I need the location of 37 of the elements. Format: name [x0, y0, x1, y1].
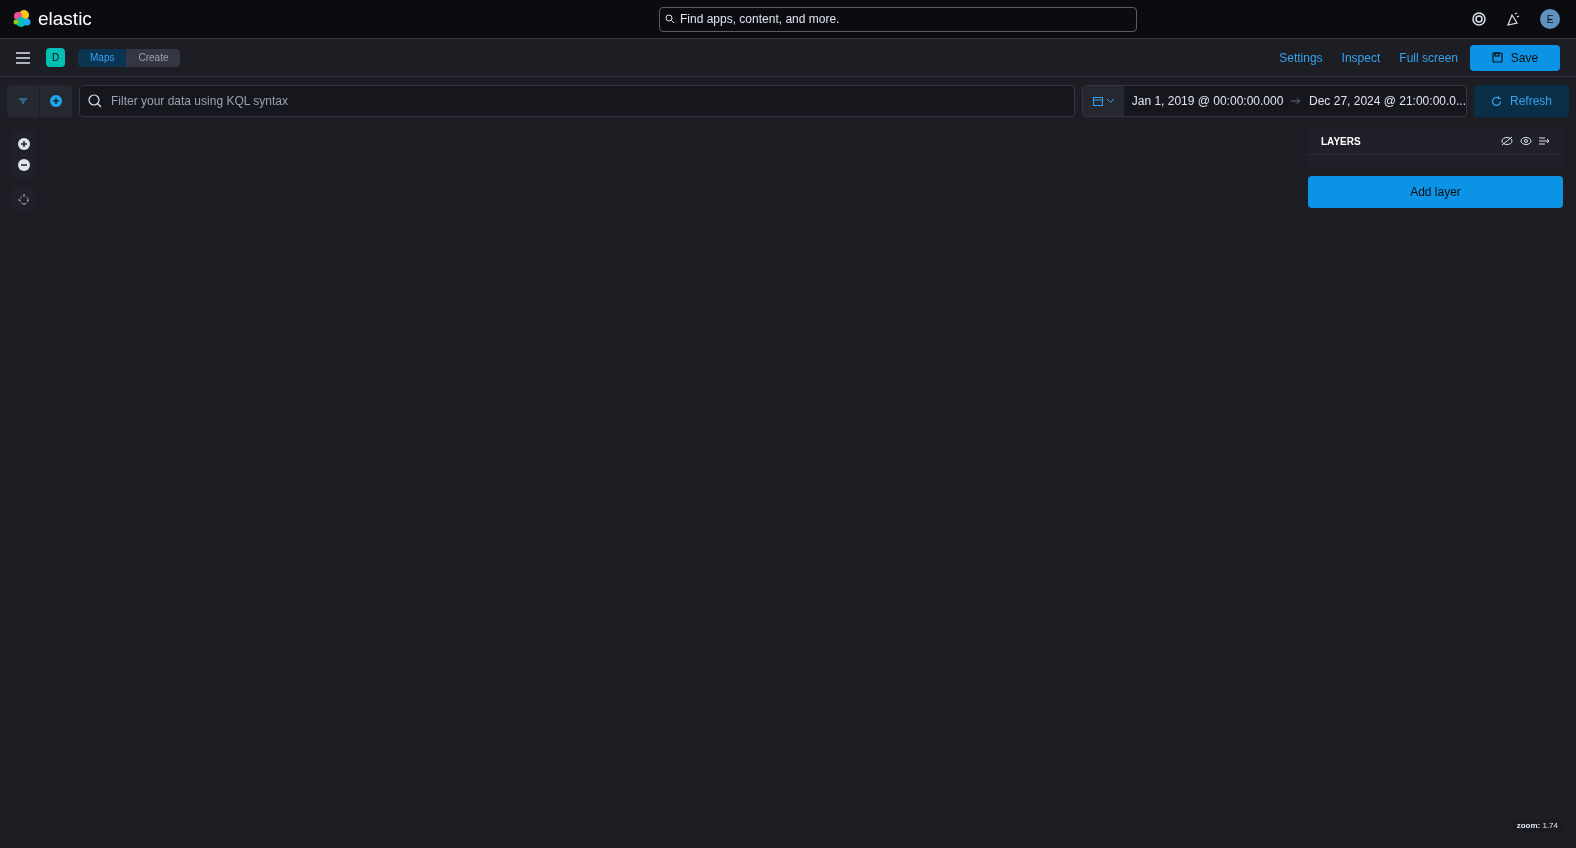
user-avatar[interactable]: E — [1540, 9, 1560, 29]
collapse-icon[interactable] — [1539, 137, 1550, 145]
filter-icon[interactable] — [19, 98, 27, 104]
header-link[interactable]: Settings — [1279, 48, 1323, 67]
date-picker[interactable]: Jan 1, 2019 @ 00:00:00.000 Dec 27, 2024 @ 21:00:00.0... — [1082, 85, 1467, 117]
query-field[interactable]: Filter your data using KQL syntax — [79, 85, 1075, 117]
breadcrumb[interactable]: Create — [126, 48, 181, 67]
start-date[interactable]: Jan 1, 2019 @ 00:00:00.000 — [1131, 92, 1284, 110]
search-icon — [88, 94, 102, 108]
crosshair-icon[interactable] — [17, 193, 30, 206]
logo-icon — [12, 9, 32, 29]
space-avatar[interactable]: D — [46, 48, 65, 67]
calendar-icon[interactable] — [1092, 96, 1103, 106]
eye-slash-icon[interactable] — [1501, 136, 1513, 146]
arrow-icon — [1291, 97, 1302, 105]
zoom-in-icon[interactable] — [17, 137, 30, 150]
news-icon[interactable] — [1506, 12, 1520, 26]
save-icon — [1491, 52, 1503, 63]
help-icon[interactable] — [1472, 12, 1486, 26]
caret-icon — [1106, 99, 1114, 103]
refresh-button[interactable]: Refresh — [1474, 85, 1569, 117]
panel-title: LAYERS — [1321, 134, 1362, 149]
search-icon — [665, 14, 675, 25]
brand-name: elastic — [38, 6, 92, 31]
add-layer-button[interactable]: Add layer — [1308, 176, 1563, 208]
add-filter-icon[interactable] — [50, 95, 62, 107]
zoom-out-icon[interactable] — [17, 158, 30, 171]
save-button[interactable]: Save — [1470, 44, 1560, 71]
zoom-level: zoom: 1.74 — [1512, 820, 1562, 832]
search-field[interactable]: Find apps, content, and more. — [659, 6, 1137, 32]
end-date[interactable]: Dec 27, 2024 @ 21:00:00.0... — [1309, 92, 1466, 110]
header-link[interactable]: Full screen — [1399, 48, 1458, 67]
menu-icon[interactable] — [16, 51, 30, 64]
header-link[interactable]: Inspect — [1341, 48, 1381, 67]
eye-icon[interactable] — [1520, 136, 1532, 146]
refresh-icon — [1491, 95, 1502, 107]
breadcrumb[interactable]: Maps — [78, 48, 127, 67]
